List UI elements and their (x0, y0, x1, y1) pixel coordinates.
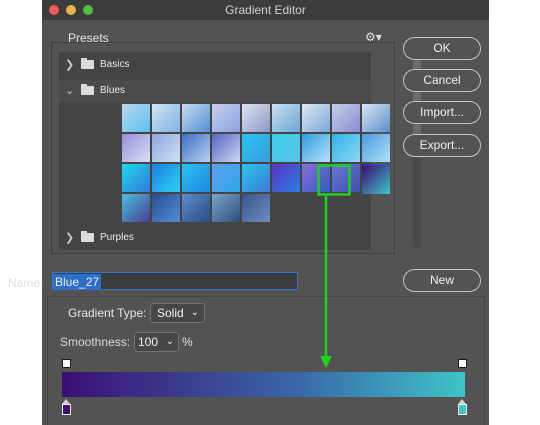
gradient-swatch[interactable] (272, 134, 300, 162)
name-label: Name: (8, 276, 44, 290)
gradient-swatch[interactable] (182, 194, 210, 222)
gradient-swatch[interactable] (302, 164, 330, 192)
import-button[interactable]: Import... (403, 101, 481, 124)
gradient-swatch-selected[interactable] (362, 166, 390, 194)
gradient-swatch[interactable] (332, 104, 360, 132)
gradient-swatch[interactable] (152, 194, 180, 222)
gradient-swatch[interactable] (242, 164, 270, 192)
export-button[interactable]: Export... (403, 134, 481, 157)
opacity-stop-left[interactable] (62, 359, 71, 368)
gradient-editor-window: Gradient Editor Presets ⚙▾ ❯ Basics ⌄ Bl… (42, 0, 489, 425)
gradient-swatch[interactable] (122, 194, 150, 222)
folder-icon (81, 231, 94, 242)
gradient-type-dropdown[interactable]: Solid ⌄ (150, 303, 205, 323)
smoothness-value: 100 (138, 335, 159, 349)
smoothness-label: Smoothness: (60, 335, 131, 349)
cancel-button[interactable]: Cancel (403, 69, 481, 92)
gradient-swatch[interactable] (182, 104, 210, 132)
gradient-swatch[interactable] (362, 104, 390, 132)
gradient-swatch[interactable] (122, 164, 150, 192)
gradient-swatch[interactable] (152, 134, 180, 162)
gradient-swatch[interactable] (362, 134, 390, 162)
gradient-swatch[interactable] (212, 164, 240, 192)
gradient-swatch[interactable] (122, 104, 150, 132)
window-title: Gradient Editor (225, 3, 306, 17)
folder-label: Purples (100, 232, 134, 243)
swatch-grid (59, 52, 390, 250)
preset-folder-purples[interactable]: ❯ Purples (59, 227, 371, 249)
gradient-swatch[interactable] (182, 134, 210, 162)
color-stop-left[interactable] (62, 404, 71, 415)
new-button[interactable]: New (403, 269, 481, 292)
gradient-swatch[interactable] (212, 104, 240, 132)
name-input[interactable]: Blue_27 (52, 272, 298, 290)
gradient-bar[interactable] (62, 372, 465, 397)
gradient-swatch[interactable] (182, 164, 210, 192)
chevron-down-icon: ⌄ (190, 307, 199, 318)
gradient-type-value: Solid (157, 306, 184, 320)
chevron-right-icon[interactable]: ❯ (65, 231, 74, 244)
gradient-swatch[interactable] (302, 134, 330, 162)
gradient-swatch[interactable] (272, 164, 300, 192)
gradient-swatch[interactable] (332, 134, 360, 162)
smoothness-dropdown[interactable]: 100 ⌄ (134, 332, 179, 352)
gradient-swatch[interactable] (332, 164, 360, 192)
opacity-stop-right[interactable] (458, 359, 467, 368)
title-bar: Gradient Editor (42, 0, 489, 20)
gradient-swatch[interactable] (242, 134, 270, 162)
gradient-swatch[interactable] (272, 104, 300, 132)
gradient-swatch[interactable] (152, 104, 180, 132)
gradient-swatch[interactable] (212, 134, 240, 162)
gradient-swatch[interactable] (302, 104, 330, 132)
gradient-swatch[interactable] (122, 134, 150, 162)
gradient-swatch[interactable] (242, 104, 270, 132)
smoothness-unit: % (182, 335, 193, 349)
name-input-value: Blue_27 (53, 274, 102, 290)
color-stop-right[interactable] (458, 404, 467, 415)
gradient-swatch[interactable] (242, 194, 270, 222)
presets-list: ❯ Basics ⌄ Blues ❯ Purples (59, 52, 390, 250)
gradient-swatch[interactable] (212, 194, 240, 222)
gradient-swatch[interactable] (152, 164, 180, 192)
ok-button[interactable]: OK (403, 37, 481, 60)
gradient-type-label: Gradient Type: (68, 306, 147, 320)
chevron-down-icon: ⌄ (165, 336, 174, 347)
